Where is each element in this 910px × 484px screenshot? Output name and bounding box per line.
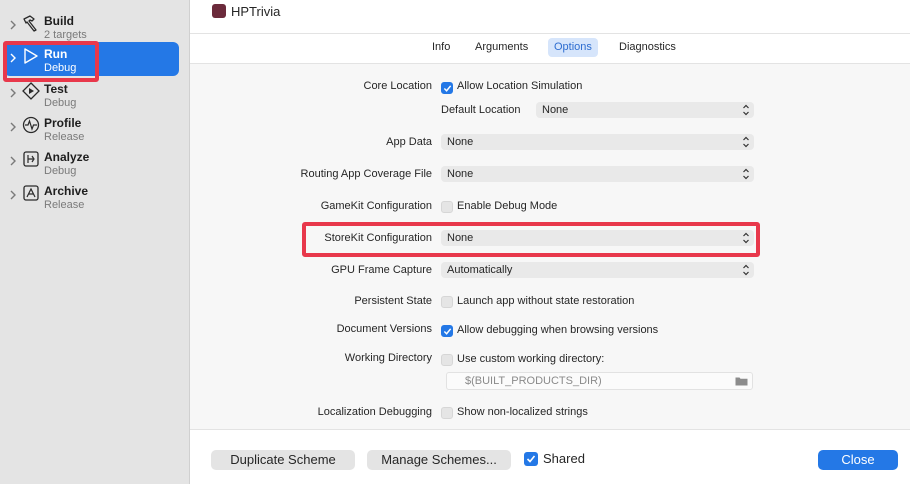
sidebar-item-sublabel: Debug bbox=[44, 165, 77, 177]
shared-label: Shared bbox=[543, 451, 585, 466]
checkmark-icon bbox=[443, 328, 452, 335]
sidebar-item-profile[interactable]: Profile Release bbox=[4, 111, 179, 145]
chevron-right-icon[interactable] bbox=[9, 18, 17, 32]
allow-location-checkbox[interactable] bbox=[441, 82, 453, 94]
sidebar-item-label: Build bbox=[44, 14, 74, 28]
chevron-updown-icon bbox=[743, 168, 749, 180]
localization-checkbox[interactable] bbox=[441, 407, 453, 419]
gauge-icon bbox=[22, 116, 40, 134]
chevron-right-icon[interactable] bbox=[9, 154, 17, 168]
app-data-popup[interactable]: None bbox=[441, 134, 754, 150]
gpu-capture-label: GPU Frame Capture bbox=[331, 264, 432, 276]
tab-options[interactable]: Options bbox=[548, 38, 598, 57]
sidebar-item-label: Analyze bbox=[44, 150, 90, 164]
routing-coverage-label: Routing App Coverage File bbox=[300, 168, 432, 180]
tab-diagnostics[interactable]: Diagnostics bbox=[613, 38, 682, 57]
sidebar-item-build[interactable]: Build 2 targets bbox=[4, 9, 179, 43]
chevron-right-icon[interactable] bbox=[9, 120, 17, 134]
checkmark-icon bbox=[443, 85, 452, 92]
localization-text: Show non-localized strings bbox=[457, 406, 588, 418]
hammer-icon bbox=[23, 15, 37, 32]
sidebar-item-label: Profile bbox=[44, 116, 82, 130]
sidebar-item-archive[interactable]: Archive Release bbox=[4, 179, 179, 213]
checkmark-icon bbox=[526, 455, 536, 463]
folder-icon[interactable] bbox=[735, 376, 748, 386]
chevron-right-icon[interactable] bbox=[9, 86, 17, 100]
scheme-title: HPTrivia bbox=[231, 4, 281, 19]
chevron-updown-icon bbox=[743, 104, 749, 116]
chevron-right-icon[interactable] bbox=[9, 188, 17, 202]
tab-arguments[interactable]: Arguments bbox=[469, 38, 534, 57]
persistent-state-label: Persistent State bbox=[354, 295, 432, 307]
routing-coverage-popup[interactable]: None bbox=[441, 166, 754, 182]
tab-bar: Info Arguments Options Diagnostics bbox=[190, 37, 910, 59]
shared-checkbox[interactable] bbox=[524, 452, 538, 466]
sidebar-item-sublabel: Debug bbox=[44, 97, 77, 109]
sidebar-item-sublabel: Release bbox=[44, 199, 85, 211]
sidebar-item-label: Test bbox=[44, 82, 68, 96]
gpu-capture-popup[interactable]: Automatically bbox=[441, 262, 754, 278]
persistent-state-checkbox[interactable] bbox=[441, 296, 453, 308]
working-directory-placeholder: $(BUILT_PRODUCTS_DIR) bbox=[465, 375, 602, 387]
sidebar-item-analyze[interactable]: Analyze Debug bbox=[4, 145, 179, 179]
document-versions-text: Allow debugging when browsing versions bbox=[457, 324, 659, 336]
working-directory-text: Use custom working directory: bbox=[457, 353, 605, 365]
document-versions-checkbox[interactable] bbox=[441, 325, 453, 337]
storekit-highlight-box bbox=[302, 222, 760, 257]
archive-icon bbox=[23, 185, 39, 201]
working-directory-label: Working Directory bbox=[344, 352, 432, 364]
divider bbox=[190, 33, 910, 34]
test-diamond-icon bbox=[22, 82, 40, 100]
gamekit-label: GameKit Configuration bbox=[320, 200, 432, 212]
persistent-state-text: Launch app without state restoration bbox=[457, 295, 635, 307]
popup-value: Automatically bbox=[447, 264, 513, 276]
popup-value: None bbox=[447, 168, 474, 180]
chevron-updown-icon bbox=[743, 264, 749, 276]
tab-info[interactable]: Info bbox=[426, 38, 456, 57]
divider bbox=[190, 429, 910, 430]
sidebar-item-sublabel: Release bbox=[44, 131, 85, 143]
sidebar-item-sublabel: 2 targets bbox=[44, 29, 87, 41]
sidebar-item-label: Archive bbox=[44, 184, 89, 198]
default-location-popup[interactable]: None bbox=[536, 102, 754, 118]
chevron-updown-icon bbox=[743, 136, 749, 148]
working-directory-checkbox[interactable] bbox=[441, 354, 453, 366]
gamekit-debug-checkbox[interactable] bbox=[441, 201, 453, 213]
localization-debugging-label: Localization Debugging bbox=[317, 406, 432, 418]
working-directory-field[interactable]: $(BUILT_PRODUCTS_DIR) bbox=[446, 372, 753, 390]
sidebar-item-test[interactable]: Test Debug bbox=[4, 77, 179, 111]
default-location-label: Default Location bbox=[441, 104, 521, 116]
close-button[interactable]: Close bbox=[818, 450, 898, 470]
popup-value: None bbox=[542, 104, 569, 116]
popup-value: None bbox=[447, 136, 474, 148]
core-location-label: Core Location bbox=[363, 80, 433, 92]
app-data-label: App Data bbox=[386, 136, 432, 148]
gamekit-debug-text: Enable Debug Mode bbox=[457, 200, 558, 212]
duplicate-scheme-button[interactable]: Duplicate Scheme bbox=[211, 450, 355, 470]
document-versions-label: Document Versions bbox=[336, 323, 432, 335]
run-highlight-box bbox=[3, 41, 99, 82]
app-icon bbox=[212, 4, 226, 18]
analyze-icon bbox=[23, 151, 39, 167]
allow-location-text: Allow Location Simulation bbox=[457, 80, 583, 92]
manage-schemes-button[interactable]: Manage Schemes... bbox=[367, 450, 511, 470]
